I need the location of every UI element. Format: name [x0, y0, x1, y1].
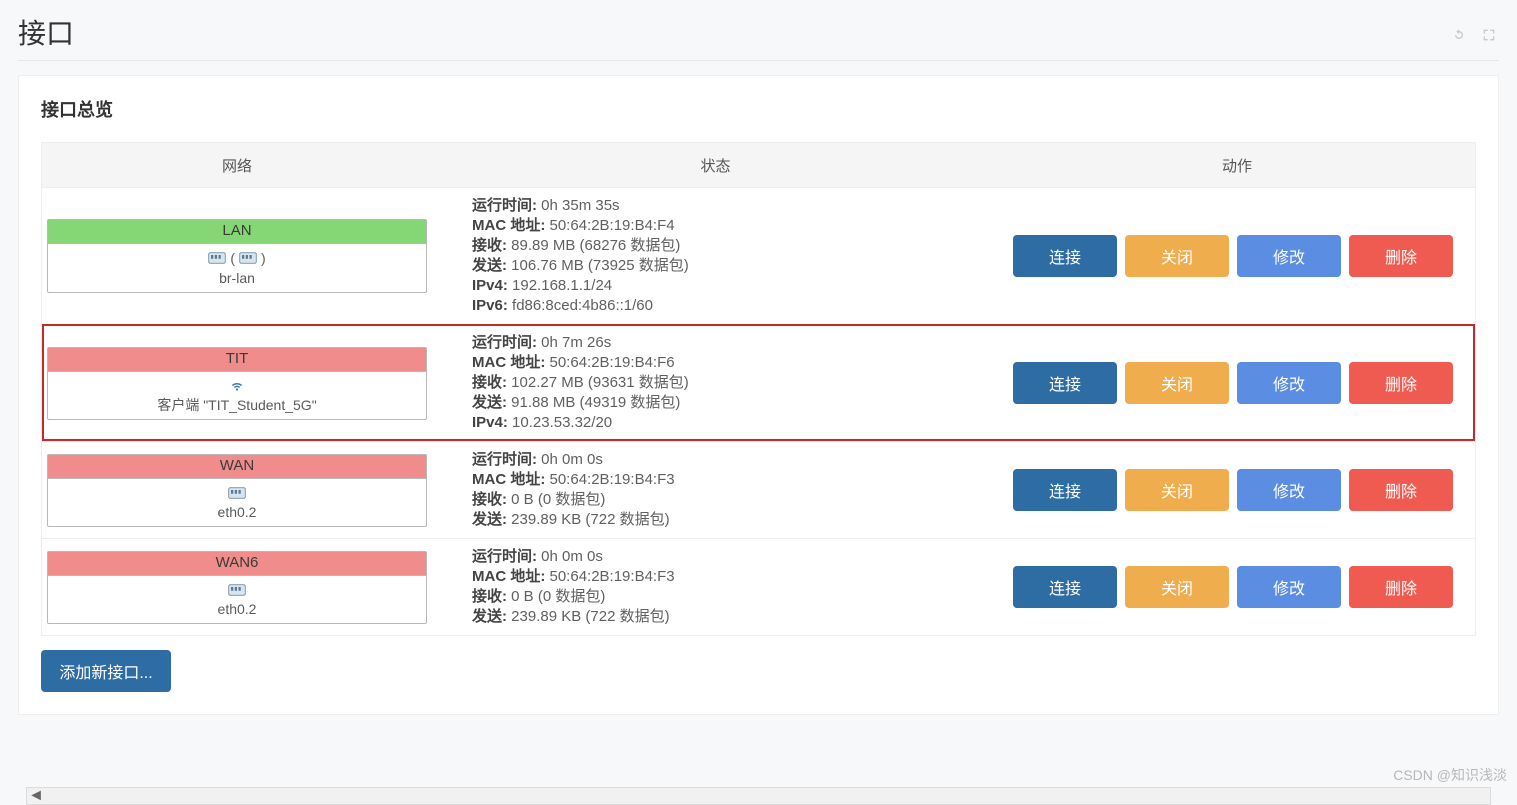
ethernet-port-icon	[228, 583, 246, 597]
edit-button[interactable]: 修改	[1237, 235, 1341, 277]
delete-button[interactable]: 删除	[1349, 469, 1453, 511]
interfaces-panel: 接口总览 网络 状态 动作 LAN () br-lan 运行时间: 0h 35m 3…	[18, 75, 1499, 715]
tx-value: 106.76 MB (73925 数据包)	[511, 257, 689, 274]
tx-value: 91.88 MB (49319 数据包)	[511, 394, 680, 411]
header-status: 状态	[432, 155, 999, 176]
interface-device: br-lan	[219, 270, 255, 286]
ethernet-port-icon	[228, 486, 246, 500]
interface-name: LAN	[48, 220, 426, 244]
interface-device: eth0.2	[218, 504, 257, 520]
mac-value: 50:64:2B:19:B4:F3	[550, 471, 675, 488]
mac-value: 50:64:2B:19:B4:F4	[550, 217, 675, 234]
bridge-icon: ()	[208, 248, 265, 268]
refresh-icon[interactable]	[1451, 18, 1467, 50]
rx-value: 89.89 MB (68276 数据包)	[511, 237, 680, 254]
interface-row: WAN eth0.2 运行时间: 0h 0m 0sMAC 地址: 50:64:2B:…	[42, 441, 1475, 538]
page-title-text: 接口	[18, 18, 74, 49]
watermark-text: CSDN @知识浅淡	[1393, 765, 1507, 785]
ipv4-value: 10.23.53.32/20	[512, 414, 612, 431]
interface-row: TIT 客户端 "TIT_Student_5G" 运行时间: 0h 7m 26sMA…	[42, 324, 1475, 441]
interface-device: eth0.2	[218, 601, 257, 617]
connect-button[interactable]: 连接	[1013, 566, 1117, 608]
interface-name: TIT	[48, 348, 426, 372]
uptime-value: 0h 0m 0s	[541, 451, 603, 468]
interface-name: WAN6	[48, 552, 426, 576]
mac-value: 50:64:2B:19:B4:F6	[550, 354, 675, 371]
interface-row: WAN6 eth0.2 运行时间: 0h 0m 0sMAC 地址: 50:64:2B…	[42, 538, 1475, 635]
interface-status: 运行时间: 0h 35m 35sMAC 地址: 50:64:2B:19:B4:F…	[472, 196, 999, 316]
connect-button[interactable]: 连接	[1013, 469, 1117, 511]
close-button[interactable]: 关闭	[1125, 469, 1229, 511]
page-title: 接口	[18, 12, 1499, 61]
close-button[interactable]: 关闭	[1125, 566, 1229, 608]
ipv4-value: 192.168.1.1/24	[512, 277, 612, 294]
mac-value: 50:64:2B:19:B4:F3	[550, 568, 675, 585]
tx-value: 239.89 KB (722 数据包)	[511, 511, 669, 528]
delete-button[interactable]: 删除	[1349, 235, 1453, 277]
interface-status: 运行时间: 0h 0m 0sMAC 地址: 50:64:2B:19:B4:F3接…	[472, 547, 999, 627]
header-network: 网络	[42, 155, 432, 176]
fullscreen-icon[interactable]	[1481, 18, 1497, 50]
horizontal-scrollbar[interactable]: ◄	[26, 787, 1491, 805]
interface-status: 运行时间: 0h 7m 26sMAC 地址: 50:64:2B:19:B4:F6…	[472, 333, 999, 433]
uptime-value: 0h 7m 26s	[541, 334, 611, 351]
uptime-value: 0h 0m 0s	[541, 548, 603, 565]
connect-button[interactable]: 连接	[1013, 362, 1117, 404]
edit-button[interactable]: 修改	[1237, 469, 1341, 511]
delete-button[interactable]: 删除	[1349, 362, 1453, 404]
edit-button[interactable]: 修改	[1237, 566, 1341, 608]
delete-button[interactable]: 删除	[1349, 566, 1453, 608]
uptime-value: 0h 35m 35s	[541, 197, 619, 214]
interface-name: WAN	[48, 455, 426, 479]
edit-button[interactable]: 修改	[1237, 362, 1341, 404]
rx-value: 0 B (0 数据包)	[511, 588, 605, 605]
interface-box[interactable]: WAN6 eth0.2	[47, 551, 427, 624]
table-header-row: 网络 状态 动作	[42, 143, 1475, 187]
interface-box[interactable]: LAN () br-lan	[47, 219, 427, 293]
rx-value: 102.27 MB (93631 数据包)	[511, 374, 689, 391]
interface-status: 运行时间: 0h 0m 0sMAC 地址: 50:64:2B:19:B4:F3接…	[472, 450, 999, 530]
interface-box[interactable]: WAN eth0.2	[47, 454, 427, 527]
close-button[interactable]: 关闭	[1125, 362, 1229, 404]
interfaces-table: 网络 状态 动作 LAN () br-lan 运行时间: 0h 35m 35sMAC…	[41, 142, 1476, 636]
scroll-left-icon[interactable]: ◄	[27, 788, 45, 804]
header-actions: 动作	[999, 155, 1475, 176]
tx-value: 239.89 KB (722 数据包)	[511, 608, 669, 625]
rx-value: 0 B (0 数据包)	[511, 491, 605, 508]
wifi-icon	[228, 379, 246, 393]
interface-box[interactable]: TIT 客户端 "TIT_Student_5G"	[47, 347, 427, 420]
interface-row: LAN () br-lan 运行时间: 0h 35m 35sMAC 地址: 50:6…	[42, 187, 1475, 324]
close-button[interactable]: 关闭	[1125, 235, 1229, 277]
interface-device: 客户端 "TIT_Student_5G"	[157, 397, 316, 413]
add-interface-button[interactable]: 添加新接口...	[41, 650, 171, 692]
connect-button[interactable]: 连接	[1013, 235, 1117, 277]
ipv6-value: fd86:8ced:4b86::1/60	[512, 297, 653, 314]
section-title: 接口总览	[41, 96, 1476, 122]
